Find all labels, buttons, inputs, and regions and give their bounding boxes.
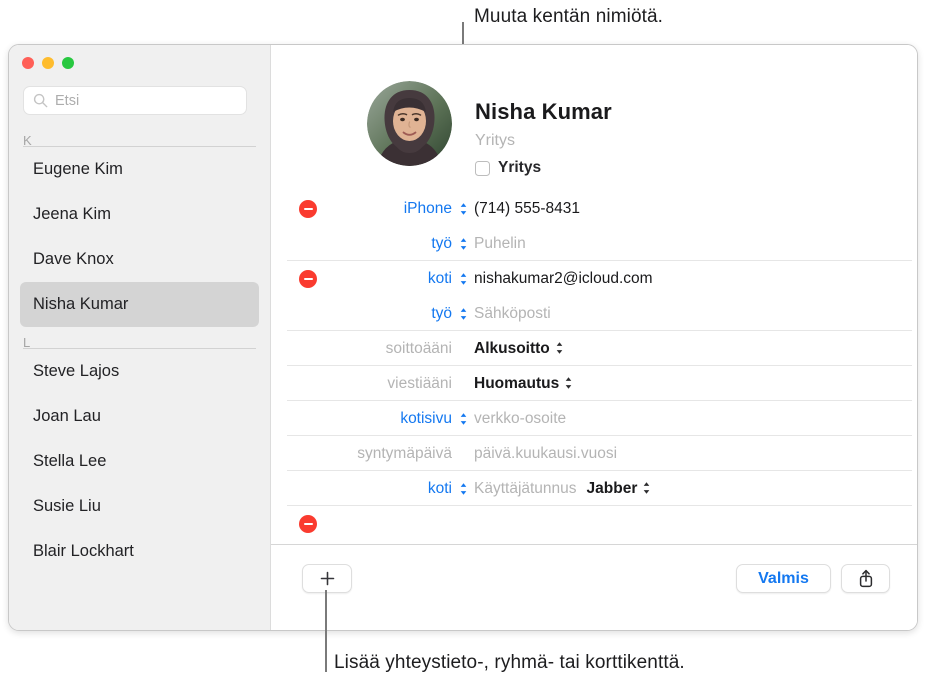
field-label-stepper-icon[interactable] [460,307,467,321]
field-value-text-text-tone: Huomautus [474,374,560,392]
remove-field-icon[interactable] [299,269,317,288]
contacts-window: Etsi K Eugene Kim Jeena Kim Dave Knox Nisha … [8,44,918,631]
field-value-stepper-icon[interactable] [556,341,563,355]
contact-section-header: L [23,327,256,349]
field-row-phone-iphone: iPhone (714) 555-8431 [271,191,917,226]
field-row-homepage: kotisivu verkko-osoite [271,401,917,436]
remove-field-icon[interactable] [299,514,317,533]
field-row-partial [271,506,917,541]
field-value-text-homepage: verkko-osoite [474,409,567,427]
field-label-ringtone: soittoääni [385,339,452,357]
minus-glyph [303,207,313,210]
field-value-ringtone[interactable]: Alkusoitto [474,340,563,358]
search-placeholder: Etsi [55,92,80,109]
contact-section-letter: L [23,335,31,350]
company-field[interactable]: Yritys [475,132,515,150]
company-checkbox[interactable] [475,160,490,176]
field-label-stepper-icon[interactable] [460,272,467,286]
contact-section-header: K [23,125,256,147]
callout-bottom-leader-vertical [325,590,327,672]
minimize-button[interactable] [42,57,54,69]
field-row-phone-work: työ Puhelin [271,226,917,261]
field-label-instant-message[interactable]: koti [271,480,454,498]
contact-list-item[interactable]: Joan Lau [20,394,259,439]
contact-list-item[interactable]: Susie Liu [20,484,259,529]
minus-glyph [303,277,313,280]
field-value-phone-iphone[interactable]: (714) 555-8431 [474,200,580,218]
field-label-stepper-icon[interactable] [460,237,467,251]
contact-list-item[interactable]: Blair Lockhart [20,529,259,574]
search-input[interactable]: Etsi [23,86,247,115]
field-value-stepper-icon[interactable] [565,376,572,390]
done-button[interactable]: Valmis [736,564,831,593]
company-checkbox-label: Yritys [498,159,542,176]
field-value-text-ringtone: Alkusoitto [474,339,550,357]
contact-list-item[interactable]: Dave Knox [20,237,259,282]
share-icon [859,569,872,588]
search-icon [33,93,48,108]
field-label-stepper-icon[interactable] [460,412,467,426]
contact-card-header: Nisha Kumar Yritys Yritys [271,45,917,191]
avatar[interactable] [367,81,452,166]
done-button-label: Valmis [758,569,809,587]
close-button[interactable] [22,57,34,69]
contact-list-item[interactable]: Eugene Kim [20,147,259,192]
sidebar: Etsi K Eugene Kim Jeena Kim Dave Knox Nisha … [9,45,271,630]
window-traffic-lights [22,57,74,69]
field-value-text-birthday: päivä.kuukausi.vuosi [474,444,618,462]
add-field-button[interactable] [302,564,352,593]
field-value-text-phone-work: Puhelin [474,234,526,252]
contact-list[interactable]: K Eugene Kim Jeena Kim Dave Knox Nisha Kumar… [9,125,270,630]
field-value-text-tone[interactable]: Huomautus [474,375,572,393]
field-row-birthday: syntymäpäivä päivä.kuukausi.vuosi [271,436,917,471]
field-row-instant-message: koti Käyttäjätunnus Jabber [271,471,917,506]
avatar-image [367,81,452,166]
contact-list-item[interactable]: Nisha Kumar [20,282,259,327]
field-service-text-instant-message: Jabber [586,479,638,497]
minus-glyph [303,522,313,525]
contact-list-item[interactable]: Jeena Kim [20,192,259,237]
contact-detail-pane: Nisha Kumar Yritys Yritys iPhone (714) 55… [271,45,917,630]
field-service-instant-message[interactable]: Jabber [587,480,651,498]
field-value-instant-message[interactable]: Käyttäjätunnus [474,480,577,498]
field-value-phone-work[interactable]: Puhelin [474,235,526,253]
contact-list-item[interactable]: Stella Lee [20,439,259,484]
plus-icon [320,571,334,586]
field-label-email-work[interactable]: työ [271,305,454,323]
field-value-text-email-home: nishakumar2@icloud.com [474,269,653,287]
field-value-homepage[interactable]: verkko-osoite [474,410,566,428]
field-label-birthday: syntymäpäivä [357,444,452,462]
contact-section-letter: K [23,133,32,148]
field-label-phone-work[interactable]: työ [271,235,454,253]
field-service-stepper-icon[interactable] [643,481,650,495]
field-value-email-work[interactable]: Sähköposti [474,305,551,323]
field-row-email-work: työ Sähköposti [271,296,917,331]
field-value-text-instant-message: Käyttäjätunnus [474,479,577,497]
field-value-text-email-work: Sähköposti [474,304,551,322]
callout-top-text: Muuta kentän nimiötä. [474,6,664,27]
field-value-birthday[interactable]: päivä.kuukausi.vuosi [474,445,617,463]
share-button[interactable] [841,564,890,593]
bottom-toolbar: Valmis [271,544,917,630]
contact-name: Nisha Kumar [475,99,612,124]
field-row-text-tone: viestiääni Huomautus [271,366,917,401]
remove-field-icon[interactable] [299,199,317,218]
field-label-spacer [460,377,467,391]
field-row-ringtone: soittoääni Alkusoitto [271,331,917,366]
field-label-spacer [460,342,467,356]
field-label-homepage[interactable]: kotisivu [271,410,454,428]
field-row-email-home: koti nishakumar2@icloud.com [271,261,917,296]
field-label-text-tone: viestiääni [387,374,452,392]
zoom-button[interactable] [62,57,74,69]
callout-bottom-text: Lisää yhteystieto-, ryhmä- tai korttiken… [334,652,685,673]
field-value-email-home[interactable]: nishakumar2@icloud.com [474,270,653,288]
field-label-stepper-icon[interactable] [460,482,467,496]
company-checkbox-row[interactable]: Yritys [475,159,541,177]
field-label-spacer [460,447,467,461]
field-label-stepper-icon[interactable] [460,202,467,216]
contact-list-item[interactable]: Steve Lajos [20,349,259,394]
field-value-text-phone-iphone: (714) 555-8431 [474,199,580,217]
